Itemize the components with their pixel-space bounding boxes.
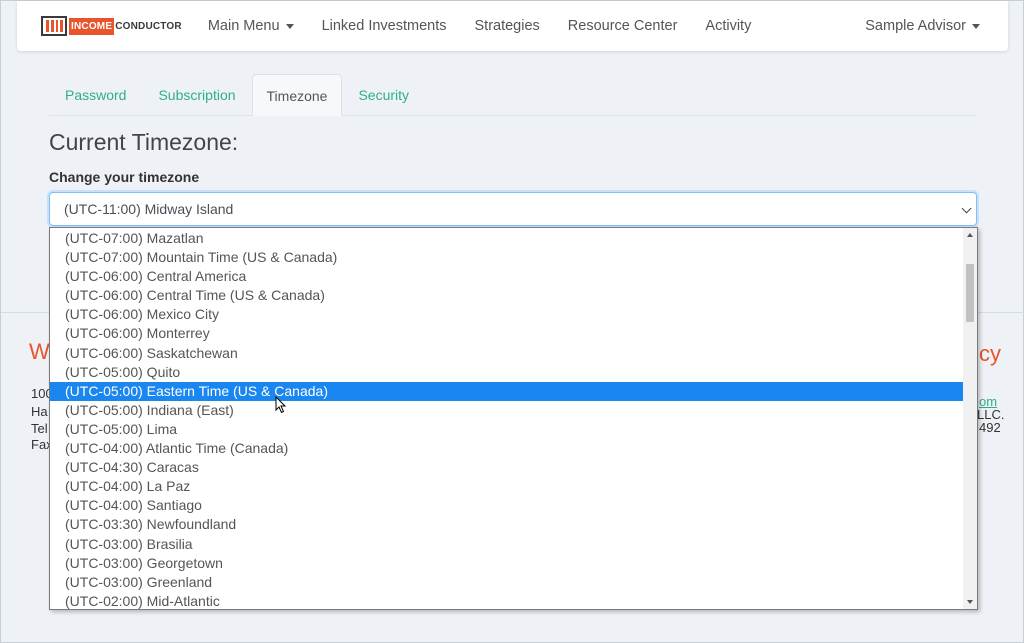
timezone-select[interactable]: (UTC-11:00) Midway Island xyxy=(49,192,977,226)
tab-security[interactable]: Security xyxy=(342,74,425,116)
nav-strategies[interactable]: Strategies xyxy=(461,18,554,34)
footer-line-fragment: 492 xyxy=(979,420,1001,435)
footer-heading-fragment: cy xyxy=(979,341,1001,366)
logo-text-income: INCOME xyxy=(69,17,115,35)
timezone-option[interactable]: (UTC-05:00) Quito xyxy=(50,363,964,382)
nav-main-menu[interactable]: Main Menu xyxy=(194,18,308,34)
timezone-option[interactable]: (UTC-06:00) Mexico City xyxy=(50,305,964,324)
tab-subscription[interactable]: Subscription xyxy=(142,74,251,116)
top-navbar: INCOME CONDUCTOR Main Menu Linked Invest… xyxy=(17,1,1008,51)
timezone-option[interactable]: (UTC-04:00) La Paz xyxy=(50,477,964,496)
user-menu[interactable]: Sample Advisor xyxy=(851,18,994,34)
timezone-option[interactable]: (UTC-04:30) Caracas xyxy=(50,458,964,477)
scroll-up-arrow-icon[interactable] xyxy=(967,233,973,237)
timezone-option[interactable]: (UTC-05:00) Indiana (East) xyxy=(50,401,964,420)
timezone-option[interactable]: (UTC-04:00) Atlantic Time (Canada) xyxy=(50,439,964,458)
footer-heading-fragment: W xyxy=(29,339,50,364)
timezone-option[interactable]: (UTC-06:00) Central America xyxy=(50,267,964,286)
timezone-option[interactable]: (UTC-06:00) Saskatchewan xyxy=(50,344,964,363)
timezone-options: (UTC-07:00) Mazatlan (UTC-07:00) Mountain… xyxy=(50,229,964,609)
timezone-option[interactable]: (UTC-05:00) Eastern Time (US & Canada) xyxy=(50,381,964,401)
nav-activity[interactable]: Activity xyxy=(691,18,765,34)
logo-bars-icon xyxy=(41,16,67,36)
timezone-option[interactable]: (UTC-07:00) Mountain Time (US & Canada) xyxy=(50,248,964,267)
timezone-option[interactable]: (UTC-05:00) Lima xyxy=(50,420,964,439)
income-conductor-logo[interactable]: INCOME CONDUCTOR xyxy=(41,16,182,36)
timezone-option[interactable]: (UTC-03:00) Brasilia xyxy=(50,535,964,554)
timezone-option[interactable]: (UTC-06:00) Monterrey xyxy=(50,324,964,343)
settings-tabs: Password Subscription Timezone Security xyxy=(49,74,977,116)
timezone-field-label: Change your timezone xyxy=(49,169,200,185)
timezone-option[interactable]: (UTC-07:00) Mazatlan xyxy=(50,229,964,248)
caret-down-icon xyxy=(972,23,980,29)
nav-linked-investments[interactable]: Linked Investments xyxy=(308,18,461,34)
timezone-option[interactable]: (UTC-03:00) Georgetown xyxy=(50,554,964,573)
caret-down-icon xyxy=(285,23,294,29)
timezone-select-value: (UTC-11:00) Midway Island xyxy=(64,201,234,217)
chevron-down-icon xyxy=(961,203,972,214)
timezone-dropdown-list[interactable]: (UTC-07:00) Mazatlan (UTC-07:00) Mountain… xyxy=(49,227,978,610)
tab-password[interactable]: Password xyxy=(49,74,142,116)
nav-resource-center[interactable]: Resource Center xyxy=(554,18,692,34)
scroll-thumb[interactable] xyxy=(966,264,974,322)
mouse-pointer-icon xyxy=(275,396,287,414)
timezone-option[interactable]: (UTC-03:00) Greenland xyxy=(50,573,964,592)
footer-line-fragment: Tel xyxy=(31,421,48,436)
timezone-option[interactable]: (UTC-04:00) Santiago xyxy=(50,496,964,515)
footer-line-fragment: Ha xyxy=(31,404,48,419)
dropdown-scrollbar[interactable] xyxy=(963,228,977,609)
tab-timezone[interactable]: Timezone xyxy=(251,74,343,116)
logo-text-conductor: CONDUCTOR xyxy=(115,20,182,32)
timezone-option[interactable]: (UTC-03:30) Newfoundland xyxy=(50,515,964,534)
scroll-down-arrow-icon[interactable] xyxy=(967,600,973,604)
timezone-option[interactable]: (UTC-02:00) Mid-Atlantic xyxy=(50,592,964,609)
timezone-option[interactable]: (UTC-06:00) Central Time (US & Canada) xyxy=(50,286,964,305)
page-title: Current Timezone: xyxy=(49,129,239,155)
